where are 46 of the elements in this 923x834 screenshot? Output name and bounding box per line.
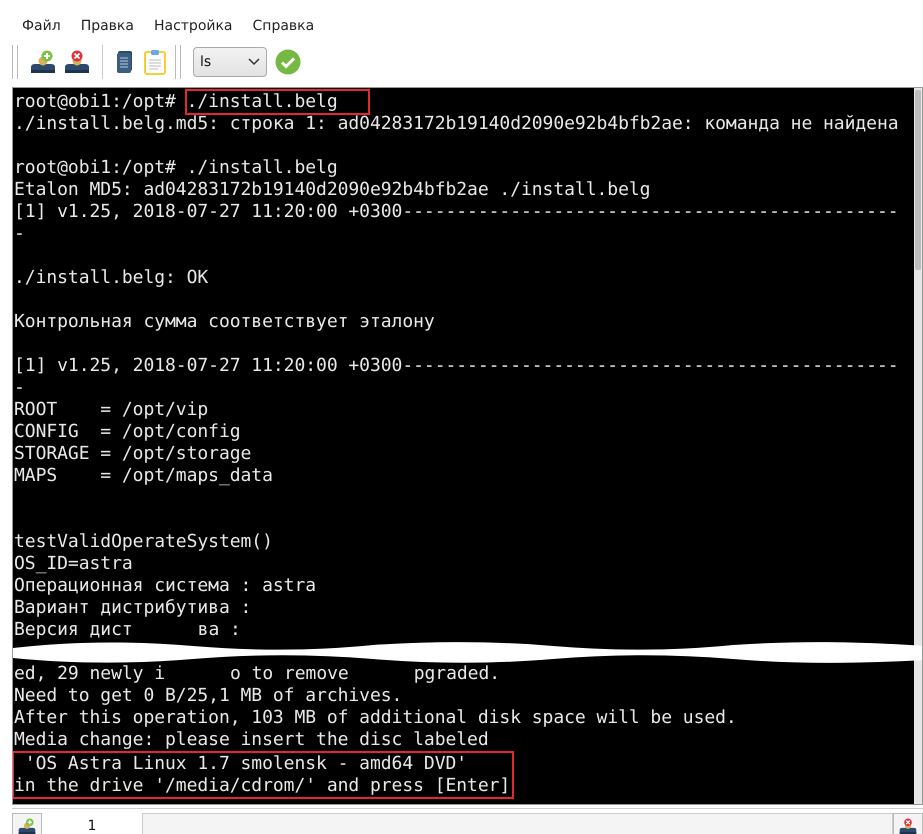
- terminal-line: ва :: [198, 619, 241, 641]
- caret-icon: [248, 58, 260, 66]
- terminal-line: 'OS Astra Linux 1.7 smolensk - amd64 DVD': [24, 753, 468, 775]
- document-icon[interactable]: [115, 50, 135, 74]
- menu-item[interactable]: Правка: [70, 18, 144, 34]
- terminal-line: CONFIG = /opt/config: [14, 421, 241, 443]
- new-tab-button[interactable]: [12, 813, 42, 834]
- terminal-line: After this operation, 103 MB of additional disk space will be used.: [14, 707, 737, 729]
- terminal-prompt: root@obi1:/opt#: [14, 91, 177, 113]
- add-user-icon[interactable]: [30, 50, 56, 74]
- terminal-line: ed, 29 newly i: [14, 663, 166, 685]
- terminal-line: Версия дист: [14, 619, 133, 641]
- terminal-line: Etalon MD5: ad04283172b19140d2090e92b4bfb2ae ./install.belg: [14, 179, 650, 201]
- terminal-line: STORAGE = /opt/storage: [14, 443, 252, 465]
- terminal-line: Вариант дистрибутива :: [14, 597, 252, 619]
- terminal-line: [1] v1.25, 2018-07-27 11:20:00 +0300----------------------------------------------: [14, 201, 899, 223]
- scrollbar[interactable]: [914, 88, 922, 804]
- clipboard-icon[interactable]: [143, 49, 167, 75]
- remove-user-icon[interactable]: [899, 818, 917, 834]
- terminal-line: ./install.belg: OK: [14, 267, 208, 289]
- terminal-line: Контрольная сумма соответствует эталону: [14, 311, 435, 333]
- close-tab-button[interactable]: [893, 813, 923, 834]
- terminal-line: Need to get 0 B/25,1 MB of archives.: [14, 685, 402, 707]
- terminal-line: ROOT = /opt/vip: [14, 399, 208, 421]
- terminal-line: -: [14, 223, 25, 245]
- terminal-line: MAPS = /opt/maps_data: [14, 465, 273, 487]
- menu-item[interactable]: Настройка: [144, 18, 243, 34]
- terminal-command: ./install.belg: [186, 157, 338, 179]
- terminal-command: ./install.belg: [186, 91, 368, 113]
- add-user-icon[interactable]: [18, 818, 36, 834]
- terminal-line: ./install.belg.md5: строка 1: ad04283172b19140d2090e92b4bfb2ae: команда не найдена: [14, 113, 899, 135]
- terminal-line: [1] v1.25, 2018-07-27 11:20:00 +0300----------------------------------------------: [14, 355, 899, 377]
- terminal-line: in the drive '/media/cdrom/' and press [Enter]: [14, 775, 510, 797]
- terminal-line: -: [14, 377, 25, 399]
- terminal-line: Операционная система : astra: [14, 575, 316, 597]
- terminal-line: pgraded.: [414, 663, 500, 685]
- menu-item[interactable]: Файл: [12, 18, 71, 34]
- checkmark-icon[interactable]: [275, 49, 301, 75]
- menu-item[interactable]: Справка: [242, 18, 324, 34]
- remove-user-icon[interactable]: [64, 50, 90, 74]
- command-combo[interactable]: ls: [193, 47, 267, 77]
- terminal-line: o to remove: [230, 663, 349, 685]
- terminal-line: testValidOperateSystem(): [14, 531, 273, 553]
- terminal-prompt: root@obi1:/opt#: [14, 157, 177, 179]
- terminal-line: OS_ID=astra: [14, 553, 133, 575]
- terminal-line: Media change: please insert the disc labeled: [14, 729, 489, 751]
